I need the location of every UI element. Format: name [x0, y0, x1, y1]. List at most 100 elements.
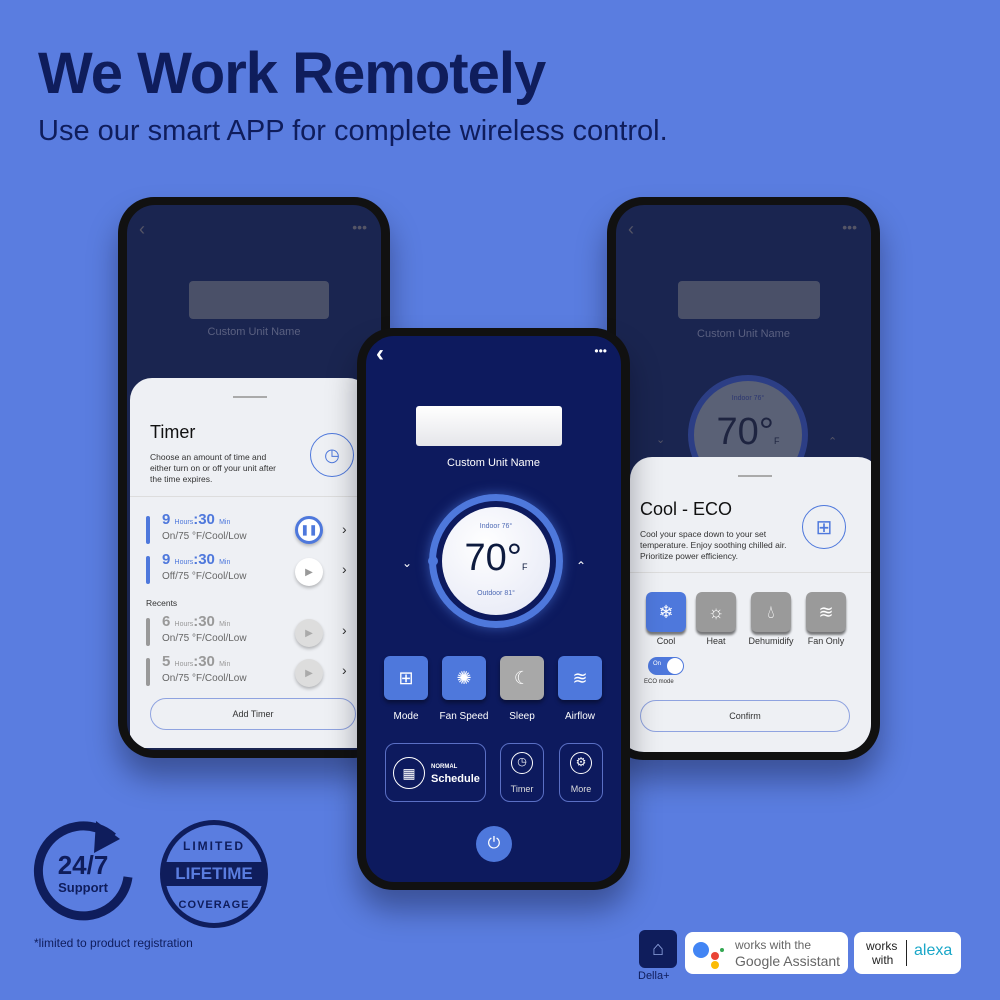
more-button[interactable]: ⚙ More [559, 743, 603, 802]
dial-handle[interactable] [428, 556, 438, 566]
divider [630, 572, 871, 573]
chevron-up-icon[interactable]: ⌃ [828, 435, 837, 448]
center-phone: ‹ ••• Custom Unit Name Indoor 76° 70°F O… [357, 328, 630, 890]
clock-icon: ◷ [310, 433, 354, 477]
play-button[interactable]: ▶ [295, 659, 323, 687]
power-icon: ⏻ [487, 835, 501, 852]
schedule-mode: NORMAL [431, 764, 458, 770]
support-label: Support [58, 880, 108, 895]
more-options-icon[interactable]: ••• [594, 344, 607, 358]
mode-heat-button[interactable]: ☼ [696, 592, 736, 632]
set-temperature: 70°F [464, 537, 528, 579]
play-button[interactable]: ▶ [295, 619, 323, 647]
unit-name: Custom Unit Name [447, 457, 540, 469]
more-label: More [570, 784, 592, 794]
timer-time: 5 Hours:30 Min [162, 653, 231, 670]
google-line1: works with the [735, 938, 812, 952]
page-title: We Work Remotely [38, 41, 546, 106]
ac-unit-image [416, 406, 562, 446]
eco-toggle[interactable]: On [648, 657, 684, 675]
calendar-icon: ▦ [393, 757, 425, 789]
ac-unit-image [678, 281, 820, 319]
google-dot [711, 961, 719, 969]
timer-button[interactable]: ◷ Timer [500, 743, 544, 802]
outdoor-temp: Outdoor 81° [477, 590, 515, 597]
mode-label: Fan Only [807, 636, 845, 646]
seal-main-text: LIFETIME [165, 862, 263, 886]
power-button[interactable]: ⏻ [476, 826, 512, 862]
gear-icon: ⚙ [570, 752, 592, 774]
sheet-description: Cool your space down to your set tempera… [640, 529, 787, 561]
add-timer-button[interactable]: Add Timer [150, 698, 356, 730]
chevron-down-icon[interactable]: ⌄ [656, 433, 665, 446]
play-button[interactable]: ▶ [295, 558, 323, 586]
timer-detail: Off/75 °F/Cool/Low [162, 571, 247, 582]
unit-name: Custom Unit Name [207, 326, 301, 338]
mode-dehumidify-button[interactable]: 💧︎ [751, 592, 791, 632]
seal-bottom-text: COVERAGE [178, 899, 250, 911]
unit-name: Custom Unit Name [697, 328, 790, 340]
della-label: Della+ [638, 970, 670, 982]
mode-button[interactable]: ⊞ [384, 656, 428, 700]
confirm-button[interactable]: Confirm [640, 700, 850, 732]
seal-top-text: LIMITED [183, 839, 245, 853]
google-assistant-badge: works with the Google Assistant [685, 932, 848, 974]
indoor-temp: Indoor 76° [731, 395, 765, 402]
back-icon[interactable]: ‹ [628, 219, 634, 240]
timer-time: 6 Hours:30 Min [162, 613, 231, 630]
moon-icon: ☾ [513, 667, 531, 688]
wind-icon: ≋ [818, 601, 834, 622]
mode-sheet: Cool - ECO Cool your space down to your … [630, 457, 871, 752]
more-options-icon[interactable]: ••• [352, 219, 367, 235]
indoor-temp: Indoor 76° [479, 523, 513, 530]
sheet-title: Timer [150, 422, 196, 442]
ac-unit-image [189, 281, 329, 319]
timer-sheet: Timer Choose an amount of time and eithe… [130, 378, 370, 748]
alexa-with: with [872, 953, 894, 967]
sheet-handle[interactable] [738, 475, 772, 477]
google-assistant-logo [693, 942, 709, 958]
sheet-title: Cool - ECO [640, 499, 733, 519]
fan-speed-button[interactable]: ✺ [442, 656, 486, 700]
chevron-down-icon[interactable]: ⌄ [402, 556, 412, 570]
droplet-icon: 💧︎ [767, 601, 775, 622]
grid-icon: ⊞ [398, 667, 414, 688]
right-phone: ‹ ••• Custom Unit Name Indoor 76° 70°F ⌄… [607, 197, 880, 760]
support-hours: 24/7 [57, 850, 109, 880]
snowflake-icon: ❄ [658, 601, 674, 622]
alexa-works: works [866, 939, 898, 953]
google-line2: Google Assistant [735, 953, 841, 969]
thermostat-dial[interactable]: Indoor 76° 70°F Outdoor 81° [428, 494, 563, 628]
control-label: Airflow [564, 711, 595, 722]
sleep-button[interactable]: ☾ [500, 656, 544, 700]
schedule-button[interactable]: ▦ NORMAL Schedule [385, 743, 486, 802]
airflow-button[interactable]: ≋ [558, 656, 602, 700]
more-options-icon[interactable]: ••• [842, 219, 857, 235]
sun-icon: ☼ [707, 601, 725, 622]
chevron-right-icon[interactable]: › [342, 662, 347, 678]
toggle-knob [667, 658, 683, 674]
lifetime-coverage-seal: LIMITED LIFETIME COVERAGE [160, 820, 268, 928]
back-icon[interactable]: ‹ [376, 340, 384, 368]
divider [906, 940, 907, 966]
chevron-up-icon[interactable]: ⌃ [576, 559, 586, 573]
mode-fan-only-button[interactable]: ≋ [806, 592, 846, 632]
timer-detail: On/75 °F/Cool/Low [162, 531, 247, 542]
schedule-label: Schedule [431, 773, 480, 785]
back-icon[interactable]: ‹ [139, 219, 145, 240]
mode-cool-button[interactable]: ❄ [646, 592, 686, 632]
timer-label: Timer [510, 784, 534, 794]
timer-bar [146, 556, 150, 584]
chevron-right-icon[interactable]: › [342, 561, 347, 577]
timer-detail: On/75 °F/Cool/Low [162, 673, 247, 684]
chevron-right-icon[interactable]: › [342, 622, 347, 638]
chevron-right-icon[interactable]: › [342, 521, 347, 537]
sheet-handle[interactable] [233, 396, 267, 398]
set-temperature: 70°F [716, 411, 780, 453]
page-subtitle: Use our smart APP for complete wireless … [38, 115, 668, 147]
left-phone: ‹ ••• Custom Unit Name Timer Choose an a… [118, 197, 390, 758]
pause-button[interactable]: ❚❚ [295, 516, 323, 544]
fan-icon: ✺ [456, 667, 472, 688]
timer-bar [146, 658, 150, 686]
timer-bar [146, 618, 150, 646]
